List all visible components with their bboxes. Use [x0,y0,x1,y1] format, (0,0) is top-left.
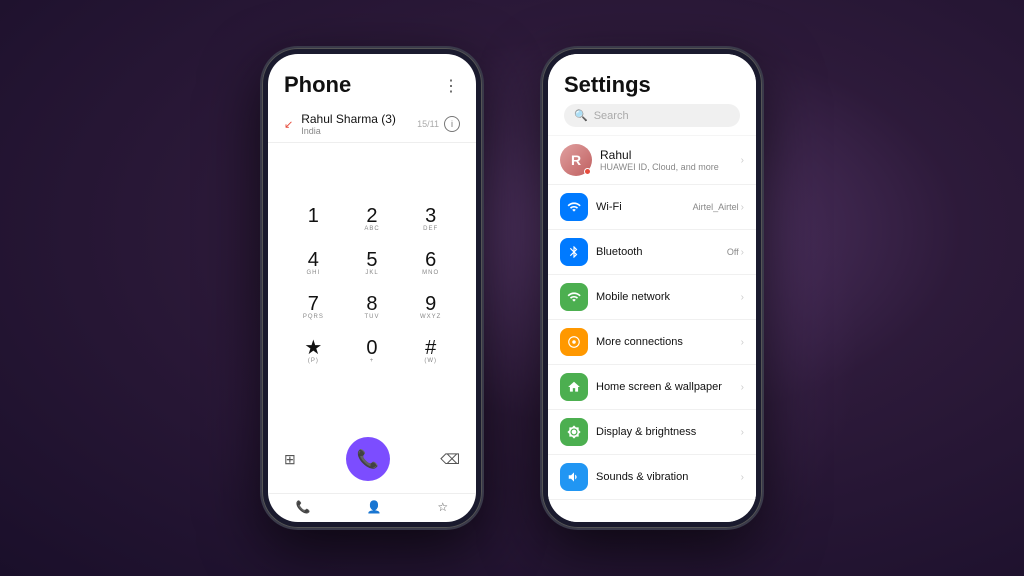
profile-info: Rahul HUAWEI ID, Cloud, and more [600,148,741,172]
homescreen-chevron: › [741,382,744,393]
bluetooth-chevron: › [741,247,744,258]
phone-screen: Phone ⋮ ↙ Rahul Sharma (3) India 15/11 i [268,54,476,522]
connections-right: › [741,337,744,348]
dialpad: 1 2 ABC 3 DEF 4 GHI [268,143,476,429]
bluetooth-right: Off › [727,247,744,258]
settings-list: R Rahul HUAWEI ID, Cloud, and more › [548,136,756,522]
homescreen-label: Home screen & wallpaper [596,381,741,393]
settings-frame: Settings 🔍 Search R Rahul HUAWEI ID, Cl [542,48,762,528]
connections-chevron: › [741,337,744,348]
settings-item-wifi[interactable]: Wi-Fi Airtel_Airtel › [548,185,756,230]
display-icon [560,418,588,446]
online-indicator [584,168,591,175]
connections-label: More connections [596,336,741,348]
recent-call-item[interactable]: ↙ Rahul Sharma (3) India 15/11 i [268,106,476,143]
mobile-chevron: › [741,292,744,303]
phone-title: Phone [284,72,351,98]
wifi-info: Wi-Fi [596,201,693,213]
bluetooth-label: Bluetooth [596,246,727,258]
call-time: 15/11 [417,119,439,129]
sound-icon [560,463,588,491]
dial-key-2[interactable]: 2 ABC [343,198,402,242]
connections-icon [560,328,588,356]
delete-button[interactable]: ⌫ [440,451,460,468]
homescreen-info: Home screen & wallpaper [596,381,741,393]
caller-location: India [301,126,417,136]
bottom-nav-bar: 📞 👤 ☆ [268,493,476,522]
dial-key-4[interactable]: 4 GHI [284,242,343,286]
call-info-button[interactable]: i [444,116,460,132]
settings-item-connections[interactable]: More connections › [548,320,756,365]
settings-app: Settings 🔍 Search R Rahul HUAWEI ID, Cl [548,54,756,522]
sound-right: › [741,472,744,483]
sound-label: Sounds & vibration [596,471,741,483]
profile-avatar: R [560,144,592,176]
dialpad-grid: 1 2 ABC 3 DEF 4 GHI [284,198,460,374]
dial-key-5[interactable]: 5 JKL [343,242,402,286]
display-label: Display & brightness [596,426,741,438]
bluetooth-value: Off [727,247,739,257]
settings-item-homescreen[interactable]: Home screen & wallpaper › [548,365,756,410]
phone-bottom-bar: ⊞ 📞 ⌫ [268,429,476,493]
homescreen-right: › [741,382,744,393]
dial-key-6[interactable]: 6 MNO [401,242,460,286]
dialpad-grid-icon[interactable]: ⊞ [284,451,296,468]
homescreen-icon [560,373,588,401]
sound-info: Sounds & vibration [596,471,741,483]
bluetooth-icon [560,238,588,266]
settings-screen: Settings 🔍 Search R Rahul HUAWEI ID, Cl [548,54,756,522]
dial-key-3[interactable]: 3 DEF [401,198,460,242]
settings-item-mobile[interactable]: Mobile network › [548,275,756,320]
wifi-icon [560,193,588,221]
wifi-label: Wi-Fi [596,201,693,213]
sound-chevron: › [741,472,744,483]
wifi-chevron: › [741,202,744,213]
display-right: › [741,427,744,438]
dial-key-8[interactable]: 8 TUV [343,286,402,330]
connections-info: More connections [596,336,741,348]
caller-name: Rahul Sharma (3) [301,112,417,126]
call-phone-icon: 📞 [357,449,379,470]
profile-chevron: › [741,155,744,166]
settings-item-display[interactable]: Display & brightness › [548,410,756,455]
dial-key-star[interactable]: ★ (P) [284,330,343,374]
display-chevron: › [741,427,744,438]
missed-call-icon: ↙ [284,118,293,131]
dial-key-1[interactable]: 1 [284,198,343,242]
bluetooth-info: Bluetooth [596,246,727,258]
mobile-info: Mobile network [596,291,741,303]
display-info: Display & brightness [596,426,741,438]
search-bar[interactable]: 🔍 Search [564,104,740,127]
search-icon: 🔍 [574,109,588,122]
profile-subtitle: HUAWEI ID, Cloud, and more [600,162,741,172]
settings-header: Settings 🔍 Search [548,54,756,135]
menu-dots[interactable]: ⋮ [443,76,460,96]
settings-title: Settings [564,72,740,98]
nav-favorites[interactable]: ☆ [437,500,448,514]
call-meta: 15/11 i [417,116,460,132]
settings-item-sound[interactable]: Sounds & vibration › [548,455,756,500]
search-input[interactable]: Search [594,110,629,122]
wifi-right: Airtel_Airtel › [693,202,744,213]
call-button[interactable]: 📞 [346,437,390,481]
call-info: Rahul Sharma (3) India [301,112,417,136]
mobile-icon [560,283,588,311]
wifi-value: Airtel_Airtel [693,202,739,212]
nav-contacts[interactable]: 👤 [367,500,382,514]
dial-key-9[interactable]: 9 WXYZ [401,286,460,330]
nav-recent[interactable]: 📞 [296,500,311,514]
profile-name: Rahul [600,148,741,162]
dial-key-hash[interactable]: # (W) [401,330,460,374]
mobile-label: Mobile network [596,291,741,303]
phone-frame: Phone ⋮ ↙ Rahul Sharma (3) India 15/11 i [262,48,482,528]
phone-header: Phone ⋮ [268,54,476,106]
dial-key-7[interactable]: 7 PQRS [284,286,343,330]
profile-item[interactable]: R Rahul HUAWEI ID, Cloud, and more › [548,136,756,185]
phone-app: Phone ⋮ ↙ Rahul Sharma (3) India 15/11 i [268,54,476,522]
mobile-right: › [741,292,744,303]
settings-item-bluetooth[interactable]: Bluetooth Off › [548,230,756,275]
dial-key-0[interactable]: 0 + [343,330,402,374]
